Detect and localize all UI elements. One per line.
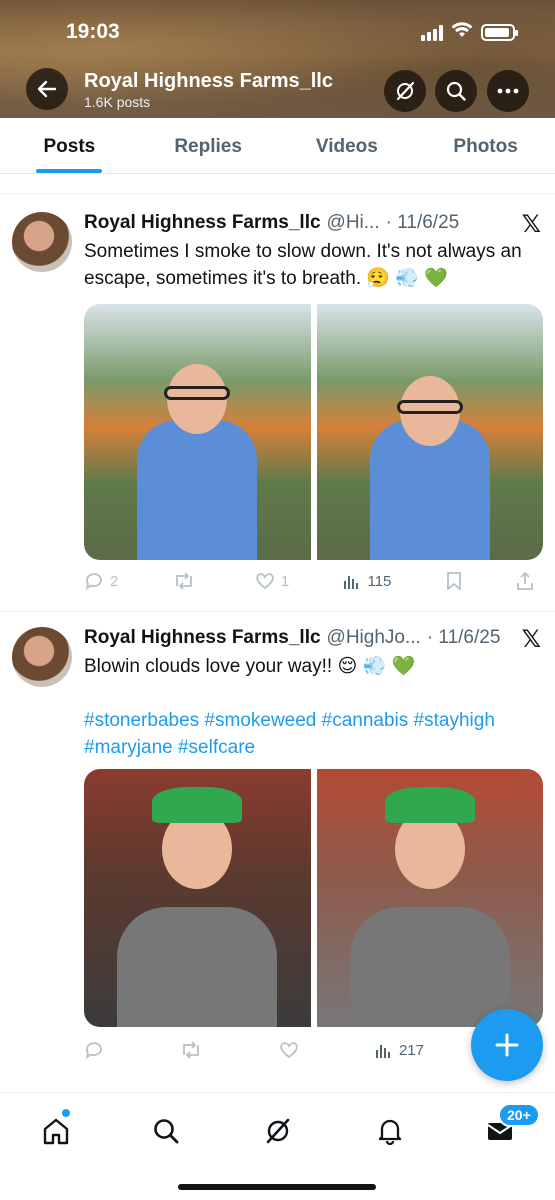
more-button[interactable] bbox=[487, 70, 529, 112]
author-handle[interactable]: @HighJo... bbox=[327, 627, 421, 649]
plus-icon bbox=[495, 1033, 519, 1057]
previous-post-edge bbox=[0, 174, 555, 194]
share-button[interactable] bbox=[516, 572, 534, 590]
photo-subject bbox=[117, 907, 278, 1027]
profile-name: Royal Highness Farms_llc bbox=[84, 70, 333, 92]
wifi-icon bbox=[451, 22, 473, 43]
photo-subject bbox=[137, 420, 258, 560]
grok-icon bbox=[266, 1118, 290, 1144]
repost-icon bbox=[175, 572, 192, 590]
photo-leaf-glasses bbox=[152, 787, 243, 823]
views-icon bbox=[375, 1045, 390, 1058]
views-icon bbox=[344, 576, 359, 589]
nav-search[interactable] bbox=[146, 1111, 186, 1151]
tab-posts[interactable]: Posts bbox=[0, 118, 139, 173]
photo-subject bbox=[349, 907, 510, 1027]
tab-videos[interactable]: Videos bbox=[278, 118, 417, 173]
search-icon bbox=[154, 1119, 179, 1144]
signal-icon bbox=[421, 24, 443, 41]
author-name[interactable]: Royal Highness Farms_llc bbox=[84, 212, 321, 234]
search-icon bbox=[446, 81, 466, 101]
nav-notifications[interactable] bbox=[370, 1111, 410, 1151]
post-actions: 2 1 115 bbox=[84, 572, 534, 590]
post-actions: 217 bbox=[84, 1041, 424, 1059]
repost-icon bbox=[183, 1041, 200, 1059]
reply-button[interactable] bbox=[84, 1041, 110, 1059]
tab-photos[interactable]: Photos bbox=[416, 118, 555, 173]
view-count: 217 bbox=[398, 1041, 424, 1059]
views-button[interactable]: 115 bbox=[343, 572, 391, 590]
home-indicator[interactable] bbox=[178, 1184, 376, 1190]
view-count: 115 bbox=[367, 572, 392, 590]
x-logo-icon: 𝕏 bbox=[521, 211, 541, 238]
status-icons bbox=[421, 22, 518, 43]
repost-button[interactable] bbox=[180, 1041, 208, 1059]
repost-button[interactable] bbox=[173, 572, 201, 590]
media-grid[interactable] bbox=[84, 304, 543, 560]
bookmark-icon bbox=[446, 572, 461, 590]
post-text: Sometimes I smoke to slow down. It's not… bbox=[84, 241, 522, 289]
back-arrow-icon bbox=[37, 80, 57, 98]
post-count: 1.6K posts bbox=[84, 94, 151, 110]
post-card[interactable]: Royal Highness Farms_llc @HighJo... · 11… bbox=[0, 613, 555, 1093]
nav-home[interactable] bbox=[36, 1109, 76, 1151]
post-photo[interactable] bbox=[316, 769, 543, 1027]
post-photo[interactable] bbox=[316, 304, 543, 560]
battery-icon bbox=[481, 24, 518, 41]
avatar[interactable] bbox=[12, 627, 72, 687]
back-button[interactable] bbox=[26, 68, 68, 110]
like-button[interactable] bbox=[279, 1041, 305, 1059]
compose-button[interactable] bbox=[471, 1009, 543, 1081]
post-date: · 11/6/25 bbox=[385, 212, 460, 233]
post-date: · 11/6/25 bbox=[426, 627, 501, 648]
reply-button[interactable]: 2 bbox=[84, 572, 118, 590]
post-hashtags[interactable]: #stonerbabes #smokeweed #cannabis #stayh… bbox=[84, 707, 544, 761]
post-photo[interactable] bbox=[84, 304, 311, 560]
messages-badge: 20+ bbox=[498, 1103, 540, 1127]
post-header: Royal Highness Farms_llc @HighJo... · 11… bbox=[84, 627, 500, 649]
author-handle[interactable]: @Hi... bbox=[327, 212, 380, 234]
profile-tabs: Posts Replies Videos Photos bbox=[0, 118, 555, 174]
reply-count: 2 bbox=[110, 572, 119, 590]
author-name[interactable]: Royal Highness Farms_llc bbox=[84, 627, 321, 649]
photo-leaf-glasses bbox=[384, 787, 475, 823]
heart-icon bbox=[256, 573, 274, 590]
bookmark-button[interactable] bbox=[446, 572, 462, 590]
profile-header: 19:03 Royal Highness Farms_llc 1.6K post… bbox=[0, 0, 555, 118]
home-icon bbox=[43, 1118, 69, 1145]
notification-dot bbox=[62, 1109, 70, 1117]
more-icon bbox=[497, 88, 519, 94]
bell-icon bbox=[378, 1119, 402, 1145]
x-logo-icon: 𝕏 bbox=[521, 626, 541, 653]
status-time: 19:03 bbox=[66, 20, 120, 43]
reply-icon bbox=[85, 573, 102, 590]
views-button[interactable]: 217 bbox=[375, 1041, 424, 1059]
post-text: Blowin clouds love your way!! 😌 💨 💚 bbox=[84, 656, 416, 677]
post-card[interactable]: Royal Highness Farms_llc @Hi... · 11/6/2… bbox=[0, 196, 555, 612]
reply-icon bbox=[85, 1042, 102, 1059]
media-grid[interactable] bbox=[84, 769, 543, 1027]
photo-subject-glasses bbox=[164, 386, 231, 400]
photo-subject-glasses bbox=[396, 400, 463, 414]
post-header: Royal Highness Farms_llc @Hi... · 11/6/2… bbox=[84, 212, 459, 234]
grok-button[interactable] bbox=[384, 70, 426, 112]
tab-replies[interactable]: Replies bbox=[139, 118, 278, 173]
nav-grok[interactable] bbox=[258, 1111, 298, 1151]
grok-icon bbox=[396, 81, 415, 101]
like-count: 1 bbox=[280, 572, 290, 590]
like-button[interactable]: 1 bbox=[255, 572, 289, 590]
search-button[interactable] bbox=[435, 70, 477, 112]
avatar[interactable] bbox=[12, 212, 72, 272]
post-photo[interactable] bbox=[84, 769, 311, 1027]
heart-icon bbox=[279, 1042, 298, 1059]
share-icon bbox=[517, 572, 533, 590]
